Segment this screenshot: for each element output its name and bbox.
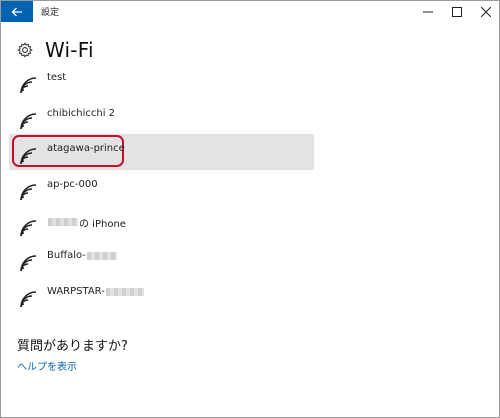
redacted-text [105,287,144,296]
help-link[interactable]: ヘルプを表示 [17,358,77,373]
maximize-button[interactable] [442,1,472,22]
network-name-container: Buffalo- [47,250,118,261]
wifi-signal-icon [20,148,37,165]
network-item-warpstar[interactable]: WARPSTAR- [9,277,314,313]
page-title: Wi-Fi [45,38,94,62]
network-name: の iPhone [79,218,126,230]
close-button[interactable] [471,1,500,22]
help-heading: 質問がありますか? [17,339,128,354]
gear-icon [17,42,33,58]
network-name: WARPSTAR- [47,286,105,298]
minimize-button[interactable] [413,1,443,22]
network-item-atagawa-prince[interactable]: atagawa-prince [9,134,314,171]
wifi-signal-icon [20,291,37,308]
redacted-text [48,218,78,227]
wifi-signal-icon [20,255,37,272]
network-item-buffalo[interactable]: Buffalo- [9,241,314,277]
maximize-icon [452,6,462,17]
title-bar: 設定 [1,1,499,22]
wifi-signal-icon [20,112,37,129]
wifi-signal-icon [20,77,37,94]
network-name-container: の iPhone [47,215,126,230]
network-list: test chibichicchi 2 atagawa-prince ap-pc… [9,63,314,313]
network-name-container: WARPSTAR- [47,286,145,297]
redacted-text [86,251,117,260]
network-item-test[interactable]: test [9,63,314,99]
wifi-signal-icon [20,220,37,236]
minimize-icon [423,11,433,12]
network-item-ap-pc-000[interactable]: ap-pc-000 [9,170,314,206]
close-icon [481,6,491,17]
network-name: ap-pc-000 [47,179,98,191]
back-button[interactable] [1,1,33,22]
wifi-signal-icon [20,184,37,201]
back-arrow-icon [11,7,22,16]
network-name: chibichicchi 2 [47,107,116,119]
page-header: Wi-Fi [17,38,94,62]
network-item-iphone[interactable]: の iPhone [9,206,314,242]
network-name: Buffalo- [47,250,86,262]
network-name: atagawa-prince [47,143,125,155]
network-item-chibichicchi-2[interactable]: chibichicchi 2 [9,99,314,135]
window-title: 設定 [41,8,60,18]
network-name: test [47,72,67,83]
